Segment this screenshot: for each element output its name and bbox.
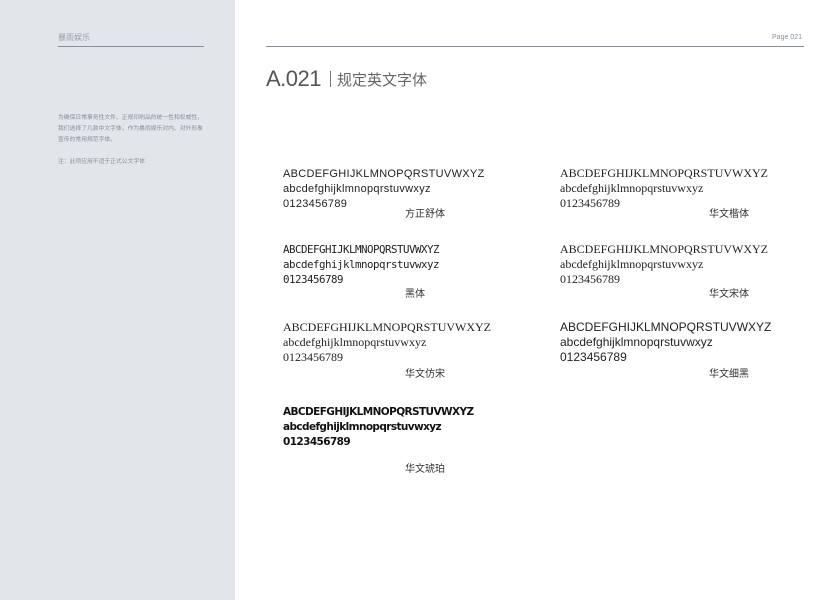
title-separator <box>330 71 331 87</box>
lowercase-sample: abcdefghijklmnopqrstuvwxyz <box>283 335 427 349</box>
digits-sample: 0123456789 <box>283 436 351 448</box>
font-sample-heiti: ABCDEFGHIJKLMNOPQRSTUVWXYZ abcdefghijklm… <box>283 242 440 300</box>
font-name-label: 华文宋体 <box>709 289 749 300</box>
note-text: 注：此项应用不适于正式公文字体 <box>58 159 145 165</box>
digits-sample: 0123456789 <box>283 198 348 210</box>
font-name-label: 方正舒体 <box>405 209 445 220</box>
uppercase-sample: ABCDEFGHIJKLMNOPQRSTUVWXYZ <box>283 320 492 334</box>
font-name-label: 华文琥珀 <box>405 464 445 475</box>
header-divider <box>266 46 804 47</box>
font-sample-huawen-hupo: ABCDEFGHIJKLMNOPQRSTUVWXYZ abcdefghijklm… <box>283 405 474 475</box>
page-title: 规定英文字体 <box>337 71 428 89</box>
font-sample-huawen-kaiti: ABCDEFGHIJKLMNOPQRSTUVWXYZ abcdefghijklm… <box>560 166 769 220</box>
uppercase-sample: ABCDEFGHIJKLMNOPQRSTUVWXYZ <box>283 406 474 418</box>
lowercase-sample: abcdefghijklmnopqrstuvwxyz <box>560 335 713 349</box>
uppercase-sample: ABCDEFGHIJKLMNOPQRSTUVWXYZ <box>560 166 769 180</box>
section-code: A.021 <box>266 66 322 91</box>
lowercase-sample: abcdefghijklmnopqrstuvwxyz <box>283 183 431 195</box>
digits-sample: 0123456789 <box>283 350 343 364</box>
lowercase-sample: abcdefghijklmnopqrstuvwxyz <box>560 257 704 271</box>
font-name-label: 华文楷体 <box>709 209 749 220</box>
page-number: Page 021 <box>772 34 802 41</box>
font-sample-fangzheng-shuti: ABCDEFGHIJKLMNOPQRSTUVWXYZ abcdefghijklm… <box>283 167 485 220</box>
uppercase-sample: ABCDEFGHIJKLMNOPQRSTUVWXYZ <box>283 243 440 256</box>
font-sample-huawen-fangsong: ABCDEFGHIJKLMNOPQRSTUVWXYZ abcdefghijklm… <box>283 320 492 380</box>
uppercase-sample: ABCDEFGHIJKLMNOPQRSTUVWXYZ <box>560 320 772 334</box>
intro-text: 为确保日常事务性文件、正规印刷品的统一性和权威性，我们选择了几款中文字体，作为暴… <box>58 115 203 143</box>
sidebar-divider <box>58 46 204 47</box>
digits-sample: 0123456789 <box>560 350 627 364</box>
font-name-label: 华文细黑 <box>709 369 749 380</box>
font-sample-huawen-xihei: ABCDEFGHIJKLMNOPQRSTUVWXYZ abcdefghijklm… <box>560 320 772 380</box>
font-sample-huawen-songti: ABCDEFGHIJKLMNOPQRSTUVWXYZ abcdefghijklm… <box>560 242 769 300</box>
font-name-label: 黑体 <box>405 289 425 300</box>
lowercase-sample: abcdefghijklmnopqrstuvwxyz <box>283 421 442 433</box>
uppercase-sample: ABCDEFGHIJKLMNOPQRSTUVWXYZ <box>283 168 485 180</box>
lowercase-sample: abcdefghijklmnopqrstuvwxyz <box>283 258 440 271</box>
lowercase-sample: abcdefghijklmnopqrstuvwxyz <box>560 181 704 195</box>
sidebar: 暴雨娱乐 为确保日常事务性文件、正规印刷品的统一性和权威性，我们选择了几款中文字… <box>0 0 235 600</box>
brand-name: 暴雨娱乐 <box>58 33 90 42</box>
font-name-label: 华文仿宋 <box>405 369 445 380</box>
uppercase-sample: ABCDEFGHIJKLMNOPQRSTUVWXYZ <box>560 242 769 256</box>
